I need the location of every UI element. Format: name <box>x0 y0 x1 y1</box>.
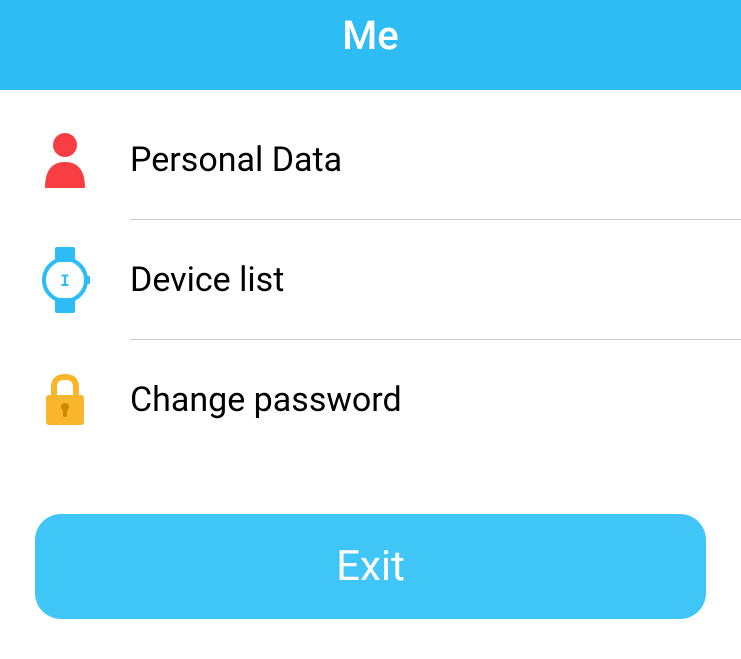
menu-item-label: Personal Data <box>130 140 342 180</box>
svg-text:I: I <box>60 271 70 290</box>
exit-button-container: Exit <box>35 514 706 619</box>
watch-icon: I <box>0 245 130 315</box>
menu-list: Personal Data I Device list <box>0 90 741 460</box>
menu-item-change-password[interactable]: Change password <box>0 340 741 460</box>
menu-item-personal-data[interactable]: Personal Data <box>0 100 741 220</box>
menu-item-label: Device list <box>130 260 284 300</box>
person-icon <box>0 130 130 190</box>
page-title: Me <box>342 12 398 59</box>
lock-icon <box>0 373 130 427</box>
menu-item-device-list[interactable]: I Device list <box>0 220 741 340</box>
menu-item-label: Change password <box>130 380 402 420</box>
exit-button[interactable]: Exit <box>35 514 706 619</box>
header: Me <box>0 0 741 90</box>
